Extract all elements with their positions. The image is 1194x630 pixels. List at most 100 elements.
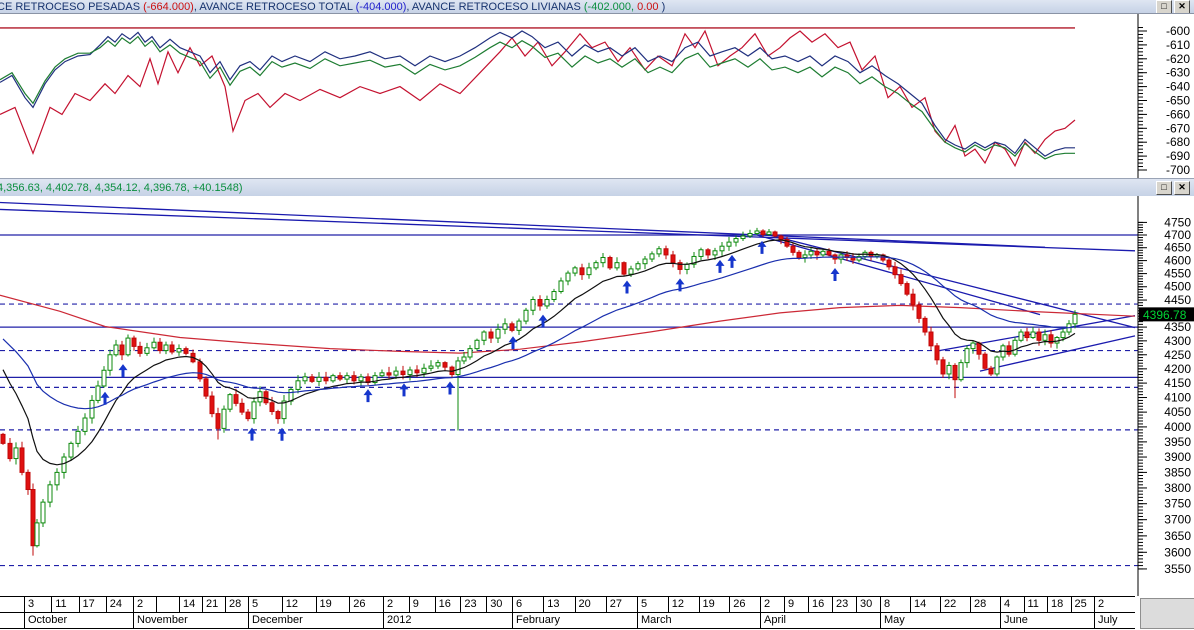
candle-down [916, 304, 922, 319]
candle-down [414, 369, 420, 374]
candle-up [994, 356, 1000, 375]
candle-up [802, 254, 808, 258]
candle-down [892, 266, 898, 276]
buy-arrow-icon [363, 389, 373, 403]
candle-down [670, 254, 676, 264]
candle-down [25, 471, 31, 491]
candle-down [337, 375, 343, 380]
candle-up [82, 417, 88, 432]
month-cell: July [1094, 613, 1135, 628]
y-axis-label: 3700 [1164, 513, 1191, 527]
restore-button[interactable]: □ [1156, 180, 1172, 195]
candle-up [958, 362, 964, 381]
candle-up [698, 249, 704, 257]
y-axis-label: -670 [1166, 121, 1190, 135]
candle-up [125, 337, 131, 356]
buy-arrow-icon [830, 267, 840, 281]
y-axis-label: 4250 [1164, 348, 1191, 362]
candle-up [68, 442, 74, 458]
candle-down [663, 248, 669, 256]
candle-down [245, 411, 251, 420]
date-cell: 11 [1023, 597, 1047, 612]
buy-arrow-icon [277, 427, 287, 441]
date-cell: 17 [78, 597, 106, 612]
date-cell: 25 [1070, 597, 1094, 612]
date-cell [156, 597, 179, 612]
candle-down [1006, 345, 1012, 355]
price-window-titlebar[interactable]: 4,356.63, 4,402.78, 4,354.12, 4,396.78, … [0, 178, 1194, 197]
candle-up [642, 258, 648, 265]
candle-down [309, 376, 315, 382]
candle-down [169, 344, 175, 353]
candle-down [269, 402, 275, 413]
candle-up [101, 369, 107, 387]
candle-up [474, 339, 480, 350]
candle-up [1012, 339, 1018, 355]
candle-down [705, 249, 711, 256]
buy-arrow-icon [727, 254, 737, 268]
indicator-window-titlebar[interactable]: CE RETROCESO PESADAS (-664.000), AVANCE … [0, 0, 1194, 14]
date-cell: 9 [784, 597, 808, 612]
candle-down [137, 345, 143, 354]
candle-up [600, 256, 606, 264]
candle-up [684, 263, 690, 270]
candle-up [719, 245, 725, 252]
candle-up [221, 408, 227, 429]
close-button[interactable]: ✕ [1174, 0, 1190, 13]
y-axis-label: 4000 [1164, 420, 1191, 434]
close-button[interactable]: ✕ [1174, 180, 1190, 195]
candle-up [107, 354, 113, 371]
scrollbar-corner [1140, 598, 1194, 629]
candle-down [772, 231, 778, 237]
candle-up [455, 360, 461, 376]
candle-up [379, 372, 385, 377]
candle-down [621, 262, 627, 275]
restore-button[interactable]: □ [1156, 0, 1172, 13]
candle-up [288, 388, 294, 402]
title-part: ) [658, 0, 666, 13]
candle-up [113, 344, 119, 356]
y-axis-label: -640 [1166, 80, 1190, 94]
y-axis-label: -630 [1166, 66, 1190, 80]
date-cell: 22 [940, 597, 970, 612]
candle-down [579, 267, 585, 276]
candle-up [523, 309, 529, 322]
candle-up [516, 320, 522, 331]
y-axis-label: -610 [1166, 38, 1190, 52]
date-cell [0, 597, 24, 612]
candle-down [30, 489, 36, 547]
candle-down [400, 370, 406, 376]
candle-down [934, 345, 940, 361]
y-axis-label: 3800 [1164, 481, 1191, 495]
price-chart-canvas[interactable]: 4750470046504600455045004450440043504300… [0, 196, 1194, 596]
month-cell: June [1000, 613, 1094, 628]
candle-down [952, 364, 958, 381]
y-axis-label: 4450 [1164, 293, 1191, 307]
candle-up [151, 341, 157, 349]
candle-down [826, 250, 832, 256]
moving-average-black [2, 239, 1076, 466]
date-cell: 28 [225, 597, 248, 612]
candle-up [1060, 331, 1066, 339]
candle-down [233, 394, 239, 404]
title-part: 0.00 [637, 0, 659, 13]
candle-up [75, 430, 81, 444]
y-axis-label: 4150 [1164, 376, 1191, 390]
date-cell: 14 [179, 597, 202, 612]
candle-up [89, 399, 95, 419]
candle-up [407, 369, 413, 376]
window-controls: □ ✕ [1156, 180, 1190, 195]
candle-up [295, 380, 301, 390]
candle-up [227, 394, 233, 410]
candle-up [733, 238, 739, 243]
date-cell: 6 [512, 597, 544, 612]
candle-up [1072, 313, 1078, 325]
candle-up [495, 328, 501, 339]
candle-up [393, 370, 399, 376]
y-axis-label: 4200 [1164, 362, 1191, 376]
close-icon: ✕ [1178, 1, 1186, 11]
indicator-chart-canvas[interactable]: -600-610-620-630-640-650-660-670-680-690… [0, 14, 1194, 178]
title-part: (-664.000) [143, 0, 194, 13]
candle-down [1036, 331, 1042, 341]
candle-up [344, 375, 350, 380]
